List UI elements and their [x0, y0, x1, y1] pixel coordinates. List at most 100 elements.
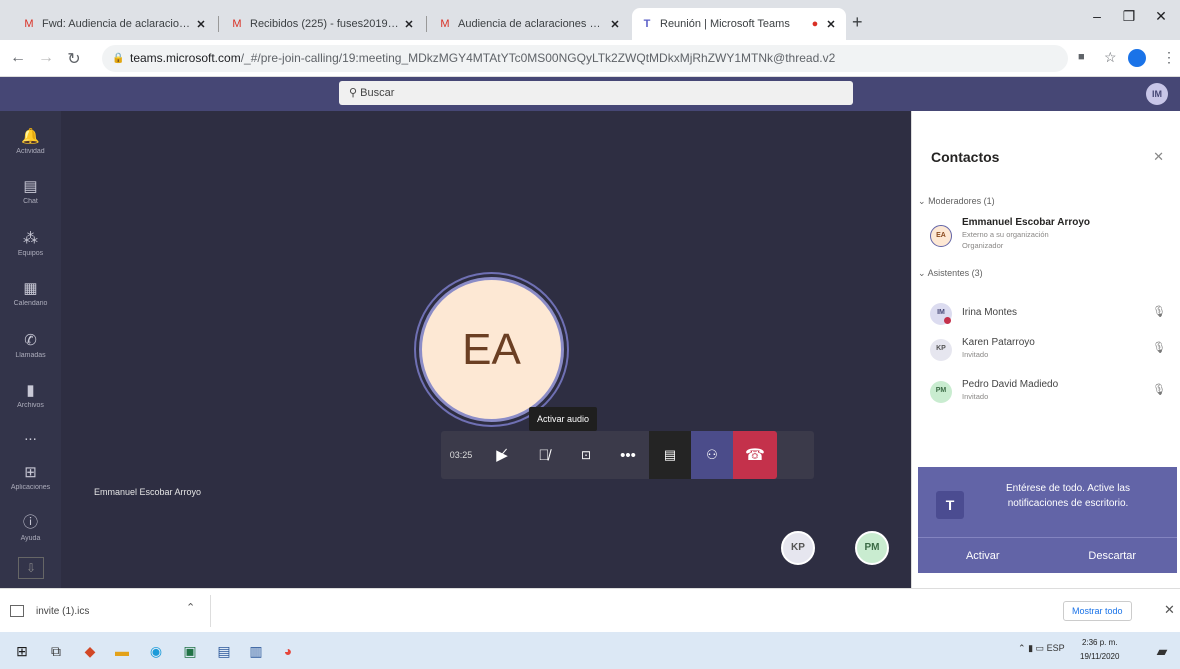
phone-icon: ✆ [24, 332, 37, 349]
network-icon: ▭ [1035, 643, 1045, 653]
url-field[interactable]: 🔒 teams.microsoft.com/_#/pre-join-callin… [102, 45, 1068, 72]
search-placeholder: Buscar [360, 87, 395, 99]
recording-dot-icon: ● [811, 18, 819, 30]
browser-tab-1[interactable]: M Fwd: Audiencia de aclaraciones - ✕ [14, 8, 216, 40]
mic-off-icon: 🎙 [1152, 306, 1166, 318]
participant-name: Irina Montes [962, 307, 1018, 318]
rail-label: Equipos [17, 250, 44, 257]
back-arrow-icon[interactable]: ← [8, 49, 28, 67]
tab-close-icon[interactable]: ✕ [194, 18, 208, 31]
desktop-notification-banner: T Entérese de todo. Active las notificac… [918, 467, 1177, 573]
close-icon[interactable]: ✕ [1153, 149, 1164, 165]
excel-icon[interactable]: ▣ [180, 641, 200, 661]
participant-role: Organizador [962, 241, 1004, 250]
edge-icon[interactable]: ◉ [146, 641, 166, 661]
participant-avatar-pm[interactable]: PM [855, 531, 889, 565]
meeting-stage: EA Activar audio 03:25 ▶̸ 🎙̸ ⊡ ••• ▤ ⚇ ☎… [61, 111, 911, 588]
files-icon: ▮ [26, 382, 35, 399]
language-indicator: ESP [1046, 643, 1065, 653]
rail-item-help[interactable]: ⓘ Ayuda [0, 505, 61, 555]
outlook-icon[interactable]: ▤ [214, 641, 234, 661]
download-app-icon[interactable]: ⇩ [18, 557, 44, 579]
hang-up-button[interactable]: ☎ [733, 431, 777, 479]
bookmark-star-icon[interactable]: ☆ [1104, 49, 1117, 66]
participants-icon: ⚇ [706, 447, 718, 462]
chat-toggle-button[interactable]: ▤ [649, 431, 691, 479]
hang-up-icon: ☎ [745, 447, 765, 464]
profile-icon[interactable] [1128, 49, 1146, 67]
rail-item-chat[interactable]: ▤ Chat [0, 171, 61, 221]
clock[interactable]: 2:36 p. m. 19/11/2020 [1080, 636, 1119, 664]
show-all-button[interactable]: Mostrar todo [1063, 601, 1132, 621]
rail-item-teams[interactable]: ⁂ Equipos [0, 223, 61, 273]
panel-title: Contactos [931, 149, 1000, 165]
rail-item-apps[interactable]: ⊞ Aplicaciones [0, 457, 61, 507]
powerpoint-icon[interactable]: ◆ [80, 641, 100, 661]
rail-label: Archivos [17, 402, 44, 409]
file-icon [10, 605, 24, 617]
teams-icon: T [643, 18, 651, 30]
participant-name: Pedro David Madiedo [962, 379, 1059, 390]
activate-button[interactable]: Activar [918, 538, 1048, 573]
mic-off-button[interactable]: 🎙̸ [523, 431, 565, 479]
task-view-icon[interactable]: ⧉ [46, 641, 66, 661]
participants-button[interactable]: ⚇ [691, 431, 733, 479]
apps-icon: ⊞ [24, 464, 37, 481]
browser-tab-3[interactable]: M Audiencia de aclaraciones WL Or ✕ [430, 8, 630, 40]
minimize-icon[interactable]: – [1082, 8, 1112, 30]
section-label: Asistentes (3) [927, 268, 983, 278]
file-explorer-icon[interactable]: ▬ [112, 641, 132, 661]
moderators-section-header[interactable]: ⌄ Moderadores (1) [918, 196, 995, 207]
rail-item-calls[interactable]: ✆ Llamadas [0, 325, 61, 375]
chevron-down-icon: ⌄ [918, 196, 926, 206]
help-icon: ⓘ [22, 514, 38, 531]
presence-busy-icon [944, 317, 951, 324]
window-close-icon[interactable]: ✕ [1146, 8, 1176, 30]
chevron-up-icon: ⌃ [1018, 643, 1026, 653]
dismiss-button[interactable]: Descartar [1048, 538, 1178, 573]
rail-label: Actividad [16, 148, 45, 155]
attendees-section-header[interactable]: ⌄ Asistentes (3) [918, 268, 983, 279]
participant-row[interactable]: KP Karen Patarroyo Invitado 🎙 [930, 337, 1170, 371]
browser-tab-active[interactable]: T Reunión | Microsoft Teams ● ✕ [632, 8, 846, 40]
rail-item-activity[interactable]: 🔔 Actividad [0, 121, 61, 171]
participant-row[interactable]: PM Pedro David Madiedo Invitado 🎙 [930, 379, 1170, 413]
mic-off-icon: 🎙 [1152, 384, 1166, 396]
share-button[interactable]: ⊡ [565, 431, 607, 479]
participant-subtitle: Externo a su organización [962, 230, 1049, 239]
teams-logo-icon: T [936, 491, 964, 519]
system-tray[interactable]: ⌃ ▮ ▭ ESP [1018, 643, 1065, 654]
participant-avatar-kp[interactable]: KP [781, 531, 815, 565]
url-path: /_#/pre-join-calling/19:meeting_MDkzMGY4… [240, 51, 836, 65]
windows-start-icon[interactable]: ⊞ [12, 641, 32, 661]
camera-permission-icon[interactable]: ■ [1078, 51, 1085, 63]
participant-name: Emmanuel Escobar Arroyo [962, 217, 1091, 228]
download-item[interactable]: invite (1).ics [10, 599, 89, 623]
new-tab-button[interactable]: + [852, 12, 863, 33]
browser-tab-2[interactable]: M Recibidos (225) - fuses2019@g ✕ [222, 8, 424, 40]
tab-close-icon[interactable]: ✕ [402, 18, 416, 31]
more-actions-button[interactable]: ••• [607, 431, 649, 479]
kebab-menu-icon[interactable]: ⋮ [1162, 49, 1176, 66]
chevron-up-icon[interactable]: ⌃ [186, 601, 195, 614]
notification-center-icon[interactable]: ▰ [1152, 641, 1172, 661]
forward-arrow-icon[interactable]: → [36, 49, 56, 67]
gmail-icon: M [24, 18, 34, 30]
restore-icon[interactable]: ❐ [1114, 8, 1144, 30]
avatar: KP [930, 339, 952, 361]
camera-off-button[interactable]: ▶̸ [481, 431, 523, 479]
close-icon[interactable]: ✕ [1164, 602, 1175, 618]
user-avatar[interactable]: IM [1146, 83, 1168, 105]
app-rail: 🔔 Actividad ▤ Chat ⁂ Equipos ▦ Calendari… [0, 111, 61, 588]
tab-close-icon[interactable]: ✕ [824, 18, 838, 31]
reload-icon[interactable]: ↻ [64, 49, 84, 69]
participant-row[interactable]: EA Emmanuel Escobar Arroyo Externo a su … [930, 217, 1170, 261]
search-input[interactable]: ⚲ Buscar [339, 81, 853, 105]
participant-row[interactable]: IM Irina Montes 🎙 [930, 301, 1170, 335]
chrome-icon[interactable]: ◕ [278, 641, 298, 661]
rail-item-files[interactable]: ▮ Archivos [0, 375, 61, 425]
word-icon[interactable]: ▥ [246, 641, 266, 661]
time: 2:36 p. m. [1081, 638, 1118, 647]
rail-item-calendar[interactable]: ▦ Calendario [0, 273, 61, 323]
tab-close-icon[interactable]: ✕ [608, 18, 622, 31]
